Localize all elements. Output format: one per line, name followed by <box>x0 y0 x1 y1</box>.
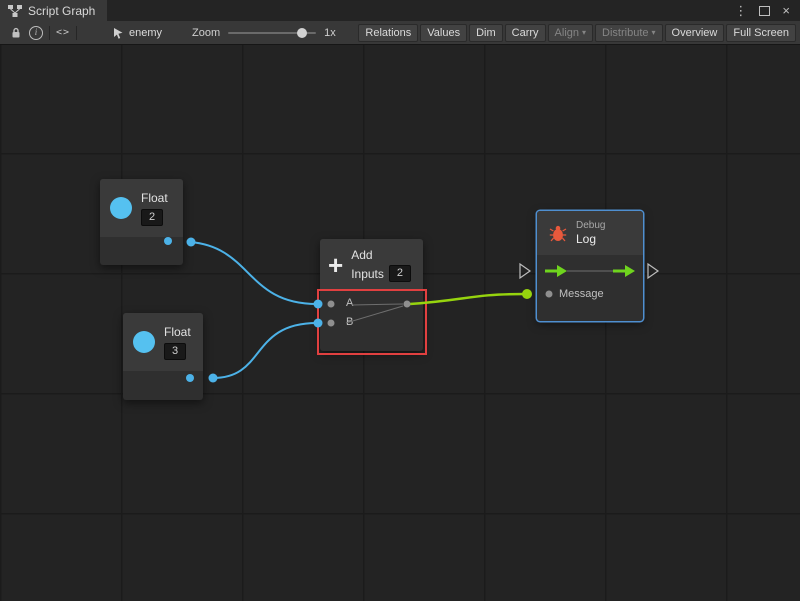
toolbar-separator <box>49 26 50 40</box>
tab-title: Script Graph <box>28 4 95 18</box>
script-graph-window: Script Graph ⋮ × i <> enemy <box>0 0 800 600</box>
zoom-label: Zoom <box>192 27 220 39</box>
node-float-1[interactable]: Float 2 <box>100 179 183 265</box>
toolbar-buttons: Relations Values Dim Carry Align▾ Distri… <box>358 21 798 44</box>
float-icon <box>133 331 155 353</box>
inputs-count-field[interactable]: 2 <box>389 265 411 282</box>
tab-bar: Script Graph ⋮ × <box>0 0 800 21</box>
node-header: Float 2 <box>100 179 183 237</box>
pointer-icon <box>112 27 124 39</box>
plus-icon: + <box>328 252 343 278</box>
graph-canvas[interactable]: Float 2 Float 3 + Add In <box>0 45 800 601</box>
relations-button[interactable]: Relations <box>358 24 418 42</box>
info-icon[interactable]: i <box>26 21 46 44</box>
node-header: + Add Inputs 2 <box>320 239 423 291</box>
graph-breadcrumb[interactable]: enemy <box>112 27 162 39</box>
dim-button[interactable]: Dim <box>469 24 503 42</box>
wire-add-to-message[interactable] <box>410 294 526 304</box>
message-port-label: Message <box>559 288 604 300</box>
graph-name: enemy <box>129 27 162 39</box>
chevron-down-icon: ▾ <box>582 28 586 37</box>
node-title: Log <box>576 232 605 246</box>
zoom-value: 1x <box>324 27 336 39</box>
node-header: Float 3 <box>123 313 203 371</box>
wire-float2-to-b[interactable] <box>213 323 317 378</box>
float-value-field[interactable]: 2 <box>141 209 163 226</box>
inputs-label: Inputs <box>351 267 384 281</box>
distribute-button: Distribute▾ <box>595 24 662 42</box>
full-screen-button[interactable]: Full Screen <box>726 24 796 42</box>
wire-terminal[interactable] <box>187 238 196 247</box>
window-controls: ⋮ × <box>734 0 800 21</box>
values-button[interactable]: Values <box>420 24 467 42</box>
zoom-slider[interactable] <box>228 32 316 34</box>
node-debug-log[interactable]: Debug Log Message <box>537 211 643 321</box>
toolbar-separator <box>76 26 77 40</box>
script-graph-icon <box>8 5 22 17</box>
float-value-field[interactable]: 3 <box>164 343 186 360</box>
maximize-icon[interactable] <box>759 6 770 16</box>
bug-icon <box>549 225 567 242</box>
lock-icon[interactable] <box>6 21 26 44</box>
close-icon[interactable]: × <box>782 4 790 17</box>
wire-float1-to-a[interactable] <box>190 242 317 304</box>
overview-button[interactable]: Overview <box>665 24 725 42</box>
node-header: Debug Log <box>537 211 643 255</box>
flow-output-triangle[interactable] <box>648 264 658 278</box>
node-title: Add <box>351 248 411 262</box>
node-float-2[interactable]: Float 3 <box>123 313 203 400</box>
selection-rect-red <box>317 289 427 355</box>
flow-input-triangle[interactable] <box>520 264 530 278</box>
kebab-menu-icon[interactable]: ⋮ <box>734 4 747 17</box>
wire-terminal[interactable] <box>209 374 218 383</box>
carry-button[interactable]: Carry <box>505 24 546 42</box>
graph-toolbar: i <> enemy Zoom 1x Relations Values Dim … <box>0 21 800 45</box>
zoom-slider-handle[interactable] <box>297 28 307 38</box>
align-button: Align▾ <box>548 24 593 42</box>
wire-terminal[interactable] <box>522 289 532 299</box>
zoom-control: Zoom 1x <box>192 27 336 39</box>
chevron-down-icon: ▾ <box>652 28 656 37</box>
float-icon <box>110 197 132 219</box>
node-category: Debug <box>576 220 605 231</box>
node-title: Float <box>141 191 168 205</box>
tab-script-graph[interactable]: Script Graph <box>0 0 107 21</box>
node-title: Float <box>164 325 191 339</box>
code-icon[interactable]: <> <box>53 21 73 44</box>
